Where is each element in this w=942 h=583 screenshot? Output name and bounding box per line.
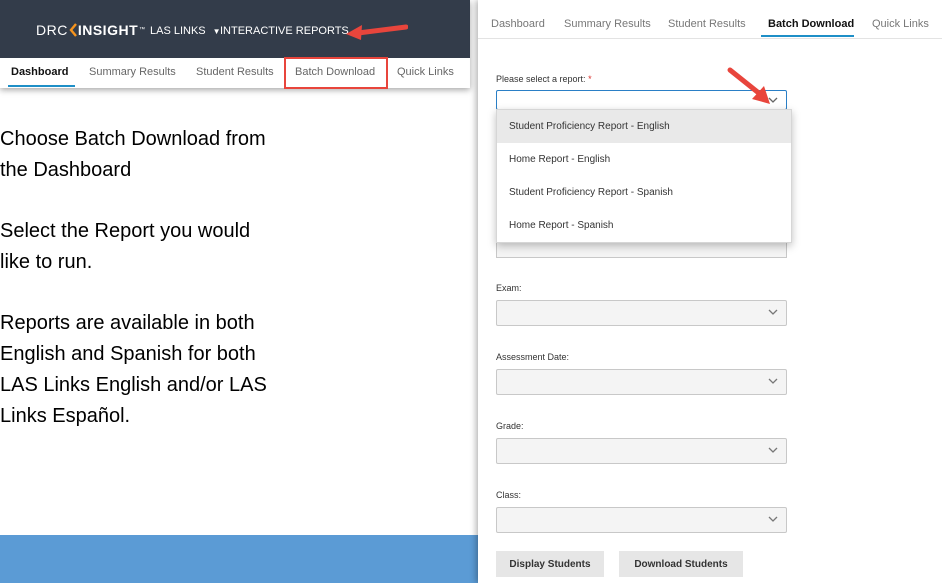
instructions-text: Choose Batch Download from the Dashboard…: [0, 124, 470, 462]
header-screenshot: DRC INSIGHT ™ LAS LINKS ▼ INTERACTIVE RE…: [0, 0, 470, 89]
logo-text-insight: INSIGHT: [77, 22, 139, 38]
logo-mark-icon: [69, 23, 77, 37]
top-navigation-bar: DRC INSIGHT ™ LAS LINKS ▼ INTERACTIVE RE…: [0, 0, 470, 58]
report-option[interactable]: Student Proficiency Report - Spanish: [497, 176, 791, 209]
interactive-reports-menu[interactable]: INTERACTIVE REPORTS ▼: [220, 25, 363, 37]
assessment-date-label: Assessment Date:: [496, 352, 570, 362]
report-option[interactable]: Home Report - Spanish: [497, 209, 791, 242]
tab-summary-results[interactable]: Summary Results: [564, 18, 651, 30]
tab-quick-links[interactable]: Quick Links: [872, 18, 929, 30]
active-tab-underline: [8, 85, 75, 87]
las-links-menu[interactable]: LAS LINKS ▼: [150, 25, 221, 37]
tab-summary-results[interactable]: Summary Results: [89, 66, 176, 78]
interactive-reports-label: INTERACTIVE REPORTS: [220, 25, 349, 37]
instruction-step-2: Select the Report you would like to run.: [0, 220, 251, 273]
dashboard-tab-bar: Dashboard Summary Results Student Result…: [0, 58, 470, 88]
grade-label: Grade:: [496, 421, 524, 431]
exam-label: Exam:: [496, 283, 522, 293]
class-select[interactable]: [496, 507, 787, 533]
tab-student-results[interactable]: Student Results: [668, 18, 746, 30]
instruction-step-3: Reports are available in both English an…: [0, 312, 267, 427]
chevron-down-icon: [768, 309, 778, 315]
tab-batch-download[interactable]: Batch Download: [768, 18, 854, 30]
drc-insight-logo[interactable]: DRC INSIGHT ™: [36, 22, 146, 38]
report-options-dropdown: Student Proficiency Report - English Hom…: [496, 109, 792, 243]
active-tab-underline: [761, 35, 854, 37]
batch-download-highlight-box: [284, 57, 388, 89]
required-marker: *: [588, 74, 592, 84]
grade-select[interactable]: [496, 438, 787, 464]
red-arrow-icon: [727, 67, 770, 104]
logo-trademark: ™: [139, 27, 146, 33]
display-students-button[interactable]: Display Students: [496, 551, 604, 577]
partially-hidden-field: [496, 241, 787, 258]
exam-select[interactable]: [496, 300, 787, 326]
tab-dashboard[interactable]: Dashboard: [491, 18, 545, 30]
logo-text-drc: DRC: [36, 22, 68, 38]
chevron-down-icon: [768, 447, 778, 453]
batch-download-screenshot: Dashboard Summary Results Student Result…: [478, 0, 942, 583]
las-links-menu-label: LAS LINKS: [150, 25, 206, 37]
tab-student-results[interactable]: Student Results: [196, 66, 274, 78]
batch-download-tab-bar: Dashboard Summary Results Student Result…: [478, 0, 942, 39]
report-select-label: Please select a report: *: [496, 74, 592, 84]
tab-quick-links[interactable]: Quick Links: [397, 66, 454, 78]
report-option[interactable]: Home Report - English: [497, 143, 791, 176]
report-option[interactable]: Student Proficiency Report - English: [497, 110, 791, 143]
red-arrow-icon: [346, 24, 408, 40]
assessment-date-select[interactable]: [496, 369, 787, 395]
tab-dashboard[interactable]: Dashboard: [11, 66, 68, 78]
chevron-down-icon: [768, 516, 778, 522]
class-label: Class:: [496, 490, 522, 500]
instruction-step-1: Choose Batch Download from the Dashboard: [0, 128, 266, 181]
download-students-button[interactable]: Download Students: [619, 551, 743, 577]
chevron-down-icon: [768, 378, 778, 384]
